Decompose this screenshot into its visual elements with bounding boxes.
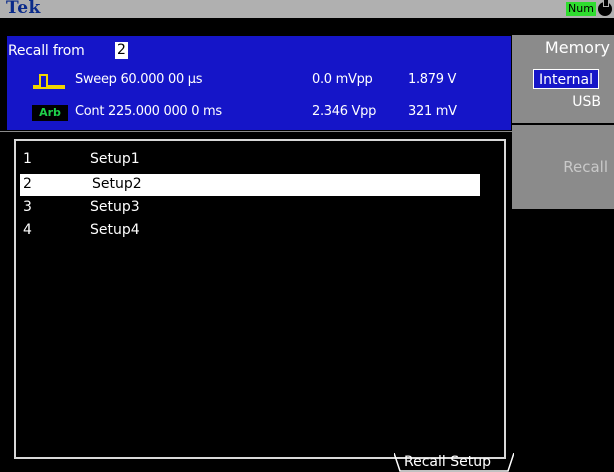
header-divider — [0, 131, 512, 132]
list-item-name[interactable]: Setup2 — [92, 176, 142, 192]
brand-logo: Tek — [6, 0, 41, 18]
list-item-name[interactable]: Setup3 — [90, 199, 140, 215]
menu-tab-label: Recall Setup — [404, 454, 491, 470]
memory-internal-option[interactable]: Internal — [533, 69, 599, 89]
list-item-number: 2 — [23, 176, 32, 192]
memory-usb-option[interactable]: USB — [512, 94, 601, 110]
power-icon — [598, 0, 612, 16]
status-bar — [0, 0, 614, 18]
pulse-waveform-icon — [33, 74, 65, 89]
list-item-number: 3 — [23, 199, 32, 215]
recall-slot-indicator[interactable]: 2 — [115, 42, 128, 59]
ch1-mode-text: Sweep 60.000 00 µs — [75, 72, 203, 87]
arb-waveform-icon: Arb — [32, 105, 68, 121]
list-item[interactable] — [20, 150, 480, 172]
recall-softkey-label: Recall — [563, 158, 608, 176]
memory-softkey-title: Memory — [544, 38, 610, 57]
ch2-mode-text: Cont 225.000 000 0 ms — [75, 104, 222, 119]
list-item-selected[interactable] — [20, 174, 480, 196]
list-item-number: 4 — [23, 222, 32, 238]
recall-from-label: Recall from — [8, 43, 85, 59]
ch1-amplitude: 0.0 mVpp — [312, 72, 373, 87]
num-lock-badge: Num — [566, 2, 596, 16]
ch2-offset: 321 mV — [408, 104, 457, 119]
list-item-number: 1 — [23, 151, 32, 167]
ch2-amplitude: 2.346 Vpp — [312, 104, 377, 119]
list-item-name[interactable]: Setup1 — [90, 151, 140, 167]
ch1-offset: 1.879 V — [408, 72, 457, 87]
list-item-name[interactable]: Setup4 — [90, 222, 140, 238]
